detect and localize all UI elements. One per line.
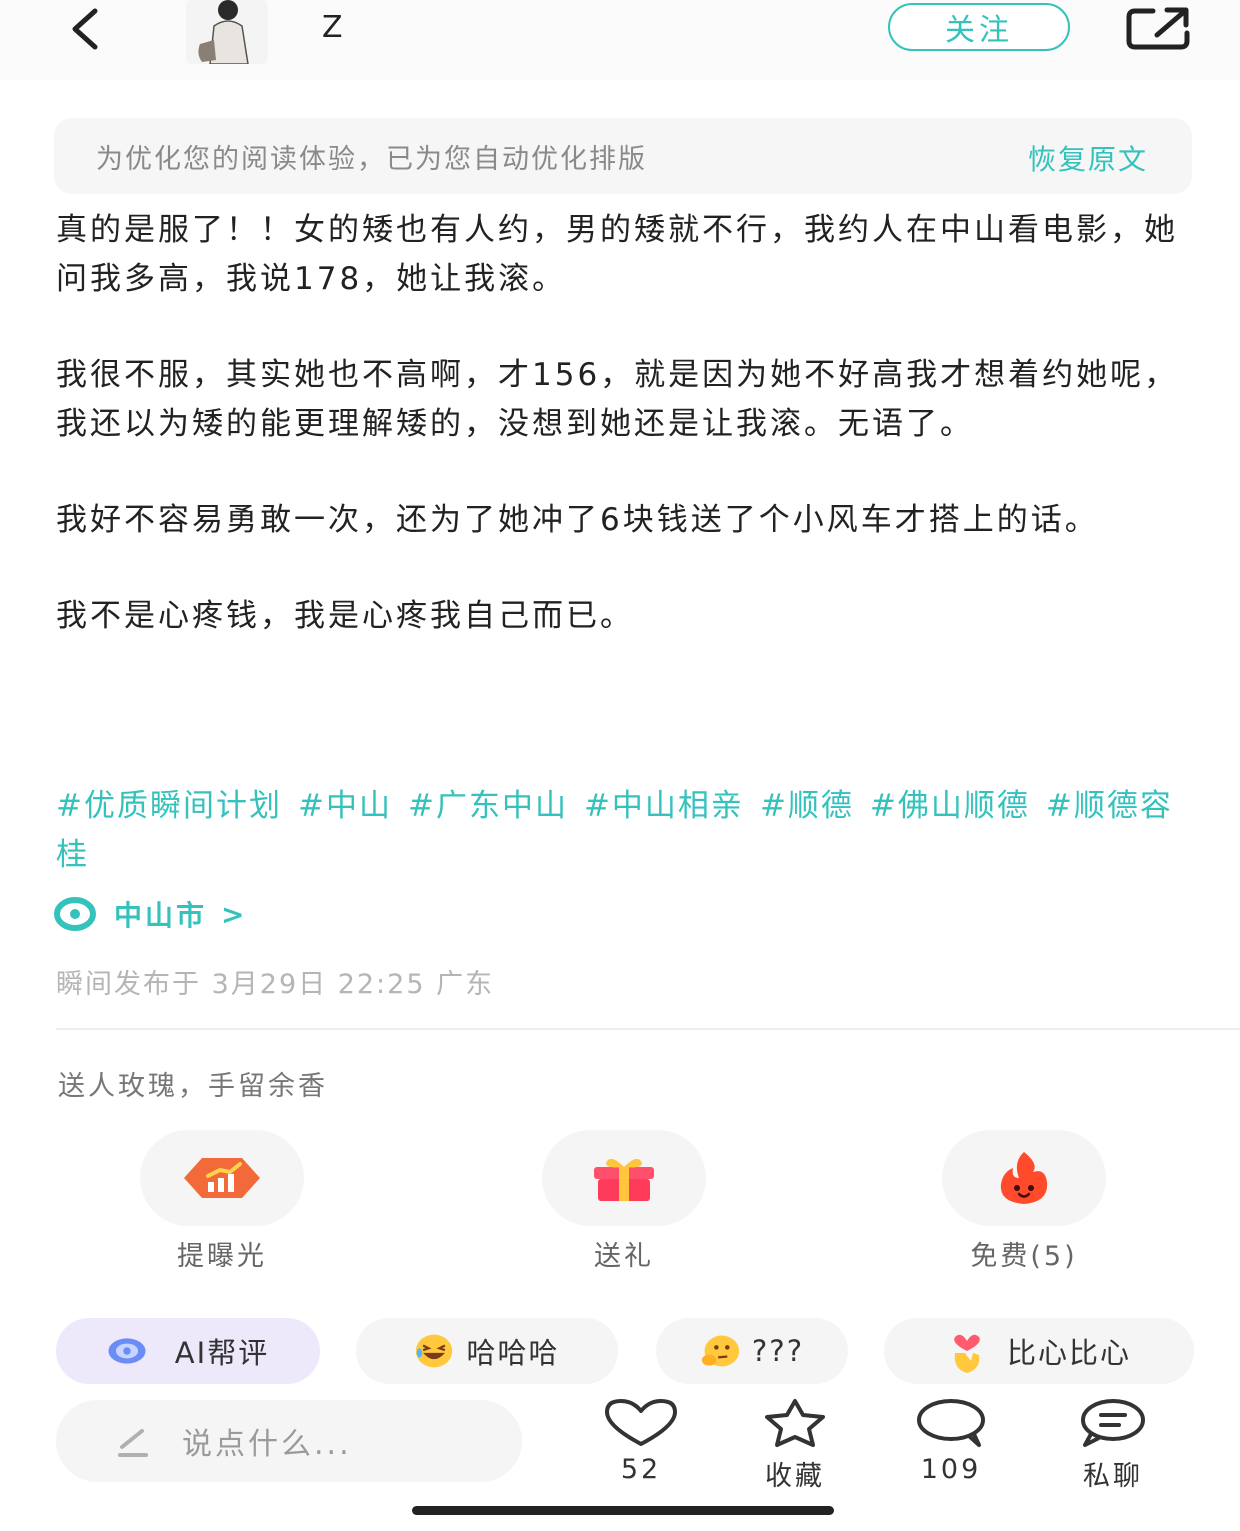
- location-label: 中山市: [114, 899, 208, 932]
- quick-reply-question[interactable]: ???: [656, 1318, 848, 1384]
- share-icon: [1126, 7, 1190, 50]
- divider: [56, 1028, 1240, 1030]
- boost-label: 提曝光: [177, 1241, 267, 1272]
- gift-icon: [594, 1158, 654, 1201]
- like-count: 52: [620, 1454, 662, 1485]
- avatar-image: [186, 0, 268, 64]
- quick-reply-heart[interactable]: 比心比心: [884, 1318, 1194, 1384]
- post-paragraph: 我不是心疼钱，我是心疼我自己而已。: [56, 598, 634, 634]
- quick-reply-label: 哈哈哈: [466, 1336, 560, 1370]
- free-fire-button[interactable]: 免费(5): [942, 1130, 1106, 1273]
- restore-original-link[interactable]: 恢复原文: [1028, 138, 1148, 178]
- hashtag[interactable]: #广东中山: [408, 788, 568, 824]
- notice-text: 为优化您的阅读体验，已为您自动优化排版: [96, 143, 647, 175]
- home-indicator[interactable]: [412, 1506, 834, 1515]
- boost-icon-wrap: [140, 1130, 304, 1226]
- collect-button[interactable]: 收藏: [740, 1398, 850, 1493]
- post-paragraph: 我好不容易勇敢一次，还为了她冲了6块钱送了个小风车才搭上的话。: [56, 502, 1099, 538]
- pencil-icon: [118, 1429, 148, 1457]
- hashtag[interactable]: #中山相亲: [584, 788, 744, 824]
- gift-section-title: 送人玫瑰，手留余香: [58, 1071, 328, 1102]
- hashtag[interactable]: #顺德: [760, 788, 854, 824]
- ai-icon: [107, 1331, 147, 1371]
- avatar[interactable]: [186, 0, 268, 64]
- heart-hand-icon: [947, 1331, 987, 1373]
- chevron-right-icon: >: [221, 897, 248, 931]
- top-bar: Z 关注: [0, 0, 1240, 80]
- quick-reply-label: 比心比心: [1006, 1336, 1131, 1370]
- quick-reply-haha[interactable]: 哈哈哈: [356, 1318, 618, 1384]
- post-paragraph: 我很不服，其实她也不高啊，才156，就是因为她不好高我才想着约她呢，我还以为矮的…: [56, 357, 1179, 442]
- ai-review-label: AI帮评: [174, 1336, 270, 1370]
- free-fire-label: 免费(5): [970, 1241, 1078, 1272]
- post-body: 真的是服了！！女的矮也有人约，男的矮就不行，我约人在中山看电影，她问我多高，我说…: [56, 206, 1196, 688]
- quick-reply-label: ???: [751, 1334, 805, 1368]
- username[interactable]: Z: [322, 10, 343, 45]
- comment-count: 109: [920, 1454, 982, 1485]
- chevron-left-icon: [72, 8, 98, 50]
- message-icon: [1081, 1399, 1145, 1447]
- ai-review-chip[interactable]: AI帮评: [56, 1318, 320, 1384]
- location-link[interactable]: 中山市 >: [54, 894, 247, 934]
- private-message-label: 私聊: [1083, 1461, 1143, 1492]
- boost-button[interactable]: 提曝光: [140, 1130, 304, 1273]
- comment-bubble-icon: [917, 1399, 985, 1447]
- layout-notice: 为优化您的阅读体验，已为您自动优化排版 恢复原文: [54, 118, 1192, 194]
- comment-input[interactable]: 说点什么...: [56, 1400, 522, 1482]
- send-gift-label: 送礼: [594, 1241, 654, 1272]
- like-button[interactable]: 52: [586, 1398, 696, 1485]
- thinking-emoji-icon: [700, 1331, 740, 1371]
- boost-icon: [184, 1158, 260, 1198]
- star-icon: [765, 1399, 825, 1447]
- gift-icon-wrap: [542, 1130, 706, 1226]
- hashtag[interactable]: #中山: [298, 788, 392, 824]
- fire-icon: [1000, 1152, 1048, 1204]
- publish-info: 瞬间发布于 3月29日 22:25 广东: [56, 969, 495, 1000]
- hashtag[interactable]: #佛山顺德: [870, 788, 1030, 824]
- post-paragraph: 真的是服了！！女的矮也有人约，男的矮就不行，我约人在中山看电影，她问我多高，我说…: [56, 212, 1178, 297]
- share-button[interactable]: [1120, 2, 1196, 54]
- back-button[interactable]: [60, 6, 110, 52]
- location-pin-icon: [54, 897, 96, 931]
- private-message-button[interactable]: 私聊: [1058, 1398, 1168, 1493]
- comment-button[interactable]: 109: [896, 1398, 1006, 1485]
- heart-icon: [605, 1399, 677, 1446]
- hashtag[interactable]: #优质瞬间计划: [56, 788, 282, 824]
- fire-icon-wrap: [942, 1130, 1106, 1226]
- follow-button[interactable]: 关注: [888, 3, 1070, 51]
- laughing-emoji-icon: [414, 1331, 454, 1371]
- hashtag-list: #优质瞬间计划 #中山 #广东中山 #中山相亲 #顺德 #佛山顺德 #顺德容桂: [56, 782, 1196, 880]
- collect-label: 收藏: [765, 1461, 825, 1492]
- comment-placeholder: 说点什么...: [182, 1427, 352, 1462]
- send-gift-button[interactable]: 送礼: [542, 1130, 706, 1273]
